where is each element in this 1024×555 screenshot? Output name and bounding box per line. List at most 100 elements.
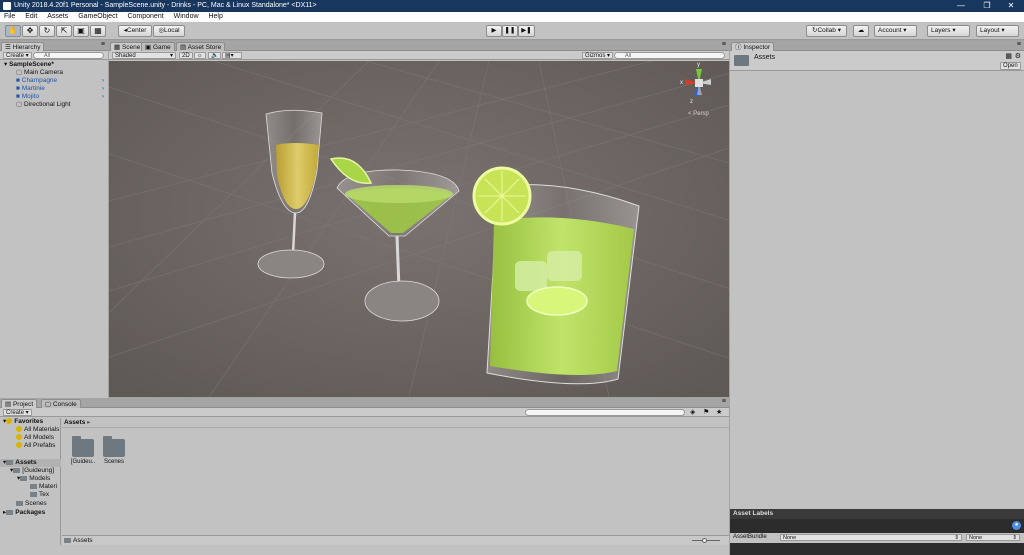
chevron-right-icon[interactable]: › — [102, 93, 104, 101]
pause-button[interactable]: ❚❚ — [502, 25, 518, 37]
play-button[interactable]: ▶ — [486, 25, 502, 37]
cloud-icon[interactable]: ☁ — [853, 25, 869, 37]
scene-search-input[interactable]: All — [614, 52, 725, 59]
prefab-icon: ■ — [16, 77, 20, 84]
help-icon[interactable]: ▦ — [1005, 52, 1012, 60]
layout-dropdown[interactable]: Layout ▾ — [976, 25, 1019, 37]
favorite-item[interactable]: All Materials — [16, 426, 59, 434]
scene-viewport[interactable]: y x z < Persp — [109, 61, 729, 397]
footer-path: Assets — [73, 537, 93, 544]
panel-menu-icon[interactable]: ≡ — [1017, 41, 1021, 48]
filter-type-icon[interactable]: ◈ — [690, 408, 695, 416]
tab-project[interactable]: ▤ Project — [1, 399, 38, 408]
menu-component[interactable]: Component — [123, 12, 167, 22]
tab-hierarchy[interactable]: ☰ Hierarchy — [1, 42, 45, 51]
restore-button[interactable]: ❐ — [974, 0, 1000, 12]
panel-menu-icon[interactable]: ≡ — [101, 41, 105, 48]
panel-menu-icon[interactable]: ≡ — [722, 41, 726, 48]
open-button[interactable]: Open — [1000, 62, 1021, 70]
asset-bundle-label: AssetBundle — [733, 534, 767, 540]
collab-button[interactable]: ↻Collab ▾ — [806, 25, 847, 37]
asset-variant-dropdown[interactable]: None ⇕ — [966, 534, 1020, 541]
hierarchy-create-button[interactable]: Create ▾ — [3, 52, 32, 59]
filter-label-icon[interactable]: ⚑ — [703, 408, 709, 416]
menu-bar: File Edit Assets GameObject Component Wi… — [0, 12, 1024, 22]
search-icon — [16, 426, 22, 432]
gear-icon[interactable]: ⚙ — [1015, 52, 1021, 60]
folder-label[interactable]: [Guideu.. — [67, 459, 99, 465]
tree-folder[interactable]: Materi — [30, 483, 57, 491]
folder-icon — [30, 484, 37, 489]
minimize-button[interactable]: — — [948, 0, 974, 12]
pivot-local-button[interactable]: ◎Local — [153, 25, 185, 37]
gizmo-z-label: z — [690, 99, 693, 105]
rotate-tool-icon[interactable]: ↻ — [39, 25, 55, 37]
label-tag-icon[interactable]: ● — [1012, 521, 1021, 530]
asset-grid: Assets ▸ [Guideu.. Scenes — [62, 418, 729, 545]
folder-icon[interactable] — [72, 436, 94, 457]
account-dropdown[interactable]: Account ▾ — [874, 25, 917, 37]
tab-console[interactable]: ▢ Console — [41, 399, 81, 408]
slider-thumb[interactable] — [702, 538, 707, 543]
toggle-2d-button[interactable]: 2D — [179, 52, 193, 59]
hand-tool-icon[interactable]: ✋ — [5, 25, 21, 37]
list-item[interactable]: ▢ Directional Light — [0, 101, 107, 109]
step-button[interactable]: ▶❚ — [518, 25, 535, 37]
favorite-item[interactable]: All Models — [16, 434, 54, 442]
lighting-toggle-icon[interactable]: ☼ — [194, 52, 206, 59]
transform-tool-icon[interactable]: ▦ — [90, 25, 106, 37]
panel-menu-icon[interactable]: ≡ — [722, 398, 726, 405]
packages-node[interactable]: ▸ Packages — [3, 509, 45, 517]
menu-edit[interactable]: Edit — [21, 12, 41, 22]
favorites-node[interactable]: ▾ Favorites — [3, 418, 43, 426]
shading-mode-dropdown[interactable]: Shaded ▾ — [112, 52, 176, 59]
project-create-button[interactable]: Create ▾ — [3, 409, 32, 416]
favorite-item[interactable]: All Prefabs — [16, 442, 55, 450]
menu-help[interactable]: Help — [204, 12, 226, 22]
hierarchy-search-input[interactable]: All — [33, 52, 104, 59]
window-titlebar: Unity 2018.4.20f1 Personal - SampleScene… — [0, 0, 1024, 12]
gameobject-icon: ▢ — [16, 69, 23, 76]
folder-icon[interactable] — [103, 436, 125, 457]
assets-node[interactable]: ▾ Assets — [0, 459, 61, 467]
persp-label[interactable]: < Persp — [688, 111, 710, 117]
tab-scene[interactable]: ▦ Scene — [110, 42, 145, 51]
tree-folder[interactable]: Tex — [30, 491, 49, 499]
effects-dropdown-icon[interactable]: ▤▾ — [222, 52, 242, 59]
tab-game[interactable]: ▣ Game — [141, 42, 175, 51]
list-item[interactable]: ■ Martinie › — [0, 85, 107, 93]
menu-window[interactable]: Window — [170, 12, 203, 22]
menu-file[interactable]: File — [0, 12, 19, 22]
chevron-right-icon[interactable]: › — [102, 85, 104, 93]
list-item[interactable]: ■ Champagne › — [0, 77, 107, 85]
tree-folder[interactable]: Scenes — [16, 500, 47, 508]
audio-toggle-icon[interactable]: 🔈 — [208, 52, 222, 59]
scale-tool-icon[interactable]: ⇱ — [56, 25, 72, 37]
project-footer: Assets — [62, 535, 729, 545]
asset-bundle-dropdown[interactable]: None ⇕ — [780, 534, 962, 541]
rect-tool-icon[interactable]: ▣ — [73, 25, 89, 37]
pivot-center-button[interactable]: ◂Center — [118, 25, 152, 37]
project-panel: ▤ Project ▢ Console ≡ Create ▾ ◈ ⚑ ★ ▾ Fa… — [0, 398, 729, 555]
scene-view-render[interactable]: y x z < Persp — [109, 61, 729, 397]
project-search-input[interactable] — [525, 409, 685, 416]
star-icon[interactable]: ★ — [716, 408, 722, 416]
gameobject-icon: ▢ — [16, 101, 23, 108]
tree-folder[interactable]: ▾ Models — [17, 475, 50, 483]
gizmos-dropdown[interactable]: Gizmos ▾ — [582, 52, 614, 59]
move-tool-icon[interactable]: ✥ — [22, 25, 38, 37]
list-item[interactable]: ■ Mojito › — [0, 93, 107, 101]
tab-inspector[interactable]: ⓘ Inspector — [731, 42, 775, 51]
scene-root[interactable]: ▾ SampleScene* — [0, 61, 107, 69]
folder-label[interactable]: Scenes — [98, 459, 130, 465]
menu-gameobject[interactable]: GameObject — [74, 12, 121, 22]
list-item[interactable]: ▢ Main Camera — [0, 69, 107, 77]
close-button[interactable]: ✕ — [998, 0, 1024, 12]
layers-dropdown[interactable]: Layers ▾ — [927, 25, 970, 37]
tree-folder[interactable]: ▾ [Guideung] — [10, 467, 54, 475]
tab-asset-store[interactable]: ▤ Asset Store — [176, 42, 226, 51]
folder-icon — [6, 460, 14, 465]
chevron-right-icon[interactable]: › — [102, 77, 104, 85]
main-toolbar: ✋ ✥ ↻ ⇱ ▣ ▦ ◂Center ◎Local ▶ ❚❚ ▶❚ ↻Coll… — [0, 22, 1024, 40]
menu-assets[interactable]: Assets — [43, 12, 72, 22]
